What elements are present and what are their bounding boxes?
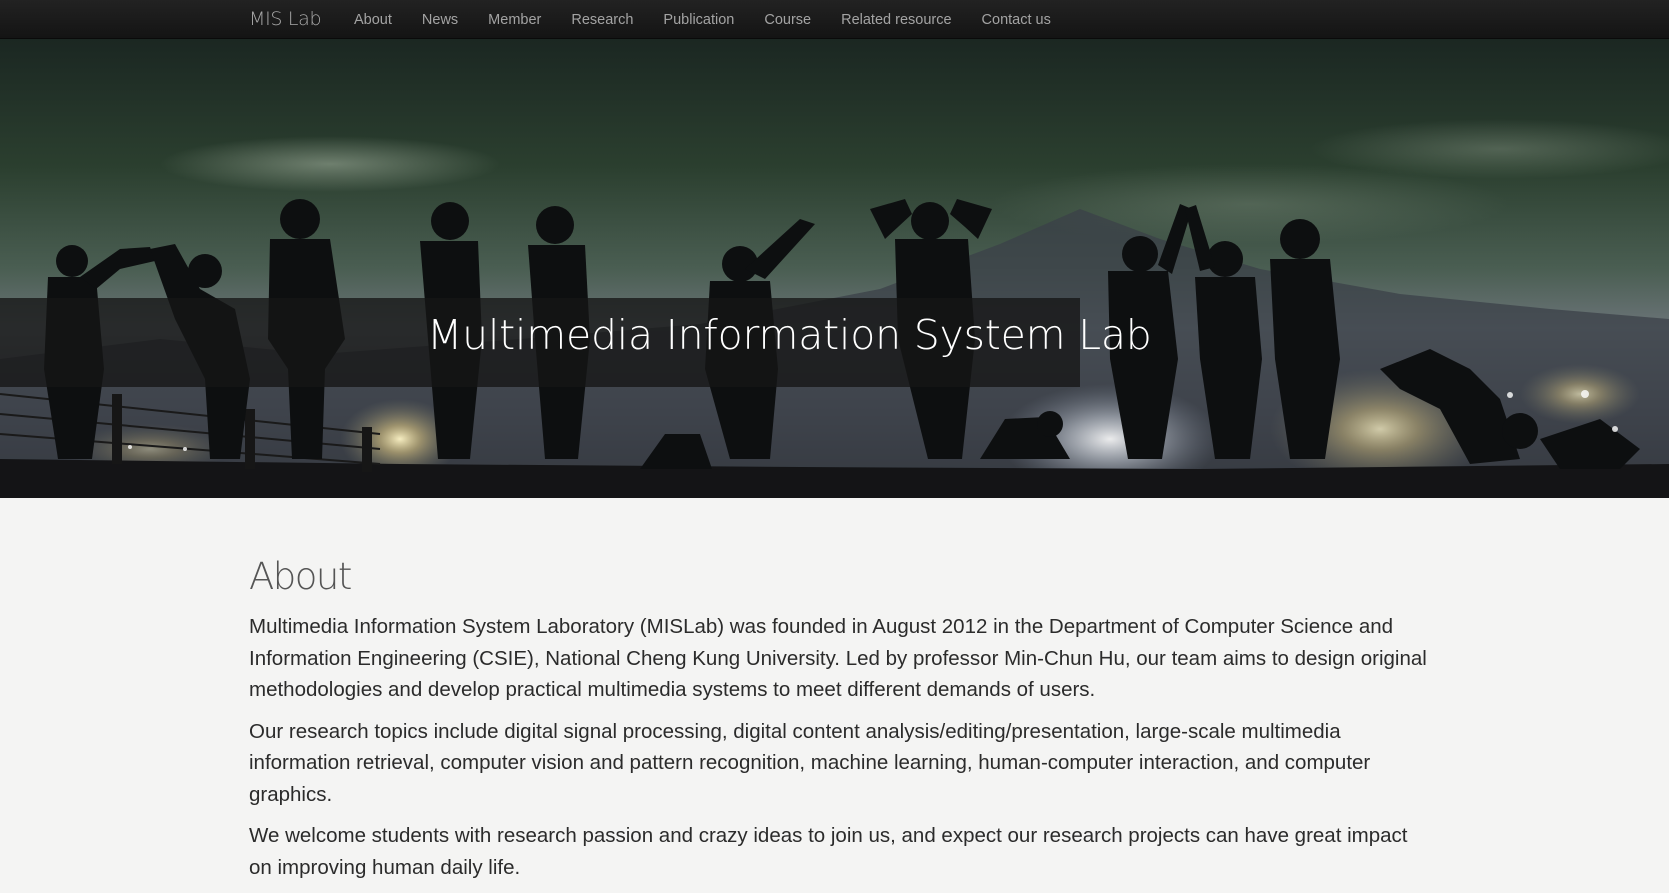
about-paragraph-2: Our research topics include digital sign… [249, 719, 1371, 806]
about-paragraph-3: We welcome students with research passio… [249, 824, 1408, 879]
nav-link-member[interactable]: Member [473, 12, 556, 28]
nav-menu: About News Member Research Publication C… [339, 0, 1066, 39]
nav-link-contact-us[interactable]: Contact us [967, 12, 1066, 28]
about-section: About Multimedia Information System Labo… [249, 553, 1429, 893]
brand-logo-link[interactable]: MIS Lab [249, 8, 322, 30]
hero-banner-image: Multimedia Information System Lab [0, 39, 1669, 498]
nav-link-news[interactable]: News [407, 12, 473, 28]
nav-link-about[interactable]: About [339, 12, 407, 28]
nav-link-course[interactable]: Course [749, 12, 826, 28]
about-heading: About [249, 555, 352, 598]
nav-link-related-resource[interactable]: Related resource [826, 12, 966, 28]
hero-title: Multimedia Information System Lab [427, 311, 1152, 359]
hero-night-silhouette-photo [0, 119, 1669, 498]
about-paragraph-1: Multimedia Information System Laboratory… [249, 615, 1427, 701]
top-navbar: MIS Lab About News Member Research Publi… [0, 0, 1669, 39]
nav-link-publication[interactable]: Publication [648, 12, 749, 28]
nav-link-research[interactable]: Research [556, 12, 648, 28]
